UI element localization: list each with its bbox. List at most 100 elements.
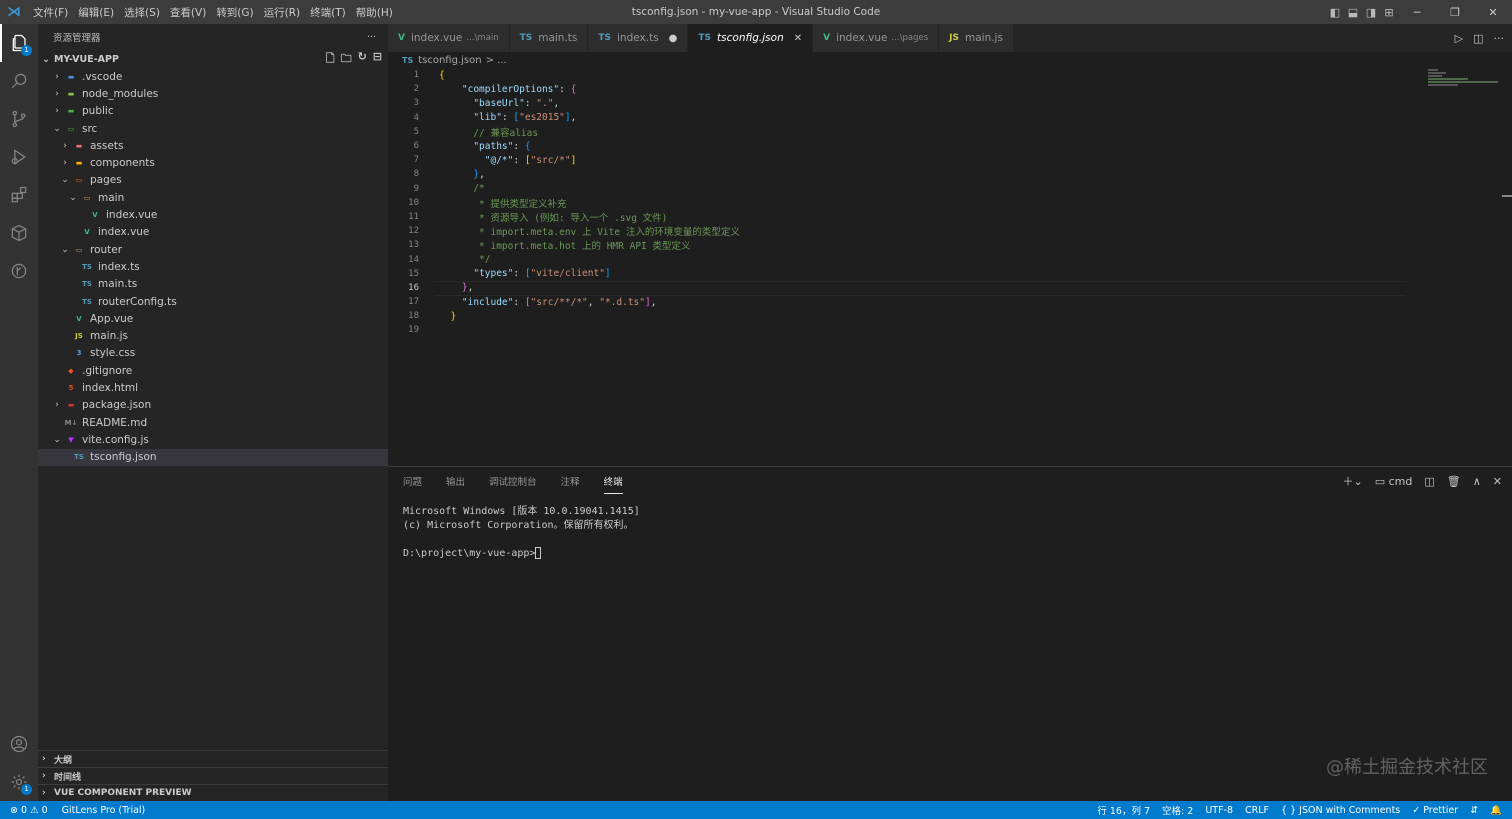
- md-icon: M↓: [64, 418, 78, 427]
- new-terminal-icon[interactable]: ＋⌄: [1342, 473, 1362, 489]
- chevron-right-icon: ›: [55, 88, 59, 99]
- panel-tab[interactable]: 终端: [603, 469, 623, 494]
- notifications-icon[interactable]: 🔔: [1490, 805, 1502, 816]
- file-type-icon: TS: [598, 33, 612, 43]
- refresh-icon[interactable]: ↻: [358, 50, 367, 69]
- code-text: * import.meta.env 上 Vite 注入的环境变量的类型定义: [473, 227, 740, 239]
- tree-item[interactable]: ⌄ ▭ main: [38, 189, 388, 206]
- editor-tab[interactable]: Vindex.vue ...\pages: [813, 24, 940, 52]
- tree-item[interactable]: ⌄ ▭ src: [38, 120, 388, 137]
- close-tab-icon[interactable]: ✕: [794, 33, 802, 44]
- explorer-more-icon[interactable]: ···: [367, 32, 376, 43]
- problems-status[interactable]: ⊗ 0 ⚠ 0: [10, 805, 48, 816]
- new-folder-icon[interactable]: 🗀: [341, 50, 352, 69]
- kill-terminal-icon[interactable]: 🗑: [1447, 475, 1461, 488]
- breadcrumb-file[interactable]: tsconfig.json: [418, 55, 481, 66]
- live-share-icon[interactable]: ⇵: [1470, 805, 1478, 816]
- panel-tab[interactable]: 问题: [403, 469, 422, 493]
- code-line: 19: [388, 323, 1408, 337]
- accounts-icon[interactable]: [0, 725, 38, 763]
- gitlens-icon[interactable]: [0, 252, 38, 290]
- menu-item[interactable]: 运行(R): [259, 5, 306, 20]
- toggle-panel-icon[interactable]: ⬓: [1344, 0, 1362, 24]
- section-outline[interactable]: › 大纲: [38, 750, 388, 767]
- editor-tab[interactable]: TS index.ts ●: [588, 24, 689, 52]
- menu-item[interactable]: 帮助(H): [351, 5, 398, 20]
- tree-item[interactable]: › ▬ package.json: [38, 397, 388, 414]
- section-timeline[interactable]: › 时间线: [38, 767, 388, 784]
- terminal-output[interactable]: Microsoft Windows [版本 10.0.19041.1415] (c…: [403, 505, 640, 561]
- language-mode[interactable]: { } JSON with Comments: [1281, 805, 1400, 816]
- encoding[interactable]: UTF-8: [1205, 805, 1233, 816]
- tree-item[interactable]: ◆ .gitignore: [38, 362, 388, 379]
- cursor-position[interactable]: 行 16，列 7: [1097, 803, 1150, 817]
- tree-item[interactable]: 5 index.html: [38, 379, 388, 396]
- toggle-secondary-sidebar-icon[interactable]: ◨: [1362, 0, 1380, 24]
- menu-item[interactable]: 编辑(E): [73, 5, 119, 20]
- menu-item[interactable]: 选择(S): [119, 5, 165, 20]
- panel-tab[interactable]: 注释: [561, 469, 580, 493]
- tree-item[interactable]: › ▬ node_modules: [38, 85, 388, 102]
- tree-item[interactable]: TS tsconfig.json: [38, 448, 388, 466]
- panel-tab[interactable]: 输出: [446, 469, 465, 493]
- minimize-button[interactable]: ─: [1398, 0, 1436, 24]
- search-icon[interactable]: [0, 62, 38, 100]
- tree-item[interactable]: › ▬ .vscode: [38, 68, 388, 85]
- more-actions-icon[interactable]: ···: [1494, 32, 1505, 45]
- tree-item[interactable]: Vindex.vue: [38, 224, 388, 241]
- tree-item[interactable]: › ▬ components: [38, 154, 388, 171]
- tree-item[interactable]: TS routerConfig.ts: [38, 293, 388, 310]
- scroll-position-marker: [1502, 195, 1512, 197]
- breadcrumb-rest[interactable]: > ...: [486, 55, 507, 66]
- terminal-shell[interactable]: ▭ cmd: [1375, 475, 1413, 488]
- panel-tab[interactable]: 调试控制台: [489, 469, 537, 493]
- tree-item[interactable]: TS main.ts: [38, 276, 388, 293]
- indentation[interactable]: 空格: 2: [1162, 803, 1193, 817]
- menu-item[interactable]: 文件(F): [28, 5, 73, 20]
- tree-item[interactable]: 3 style.css: [38, 345, 388, 362]
- collapse-all-icon[interactable]: ⊟: [373, 50, 382, 69]
- tree-item[interactable]: ⌄ ▭ pages: [38, 172, 388, 189]
- tree-item[interactable]: Vindex.vue: [38, 206, 388, 223]
- split-terminal-icon[interactable]: ◫: [1424, 475, 1434, 488]
- menu-item[interactable]: 终端(T): [305, 5, 351, 20]
- tree-item[interactable]: › ▬ assets: [38, 137, 388, 154]
- source-control-icon[interactable]: [0, 100, 38, 138]
- toggle-sidebar-icon[interactable]: ◧: [1326, 0, 1344, 24]
- tree-item-label: .gitignore: [82, 364, 133, 377]
- close-panel-icon[interactable]: ✕: [1493, 475, 1502, 488]
- close-window-button[interactable]: ✕: [1474, 0, 1512, 24]
- tree-item[interactable]: › ▬ public: [38, 103, 388, 120]
- editor-tab[interactable]: Vindex.vue ...\main: [388, 24, 510, 52]
- menu-item[interactable]: 查看(V): [165, 5, 211, 20]
- editor-tab[interactable]: JS main.js: [939, 24, 1014, 52]
- settings-gear-icon[interactable]: 1: [0, 763, 38, 801]
- explorer-icon[interactable]: 1: [0, 24, 38, 62]
- tree-item[interactable]: M↓ README.md: [38, 414, 388, 431]
- tree-item[interactable]: V App.vue: [38, 310, 388, 327]
- tree-item[interactable]: JS main.js: [38, 327, 388, 344]
- unsaved-dot-icon[interactable]: ●: [669, 33, 678, 44]
- tree-item[interactable]: ⌄ ▭ router: [38, 241, 388, 258]
- editor-tab[interactable]: TS tsconfig.json ✕: [688, 24, 814, 52]
- project-header[interactable]: ⌄ MY-VUE-APP 🗋 🗀 ↻ ⊟: [38, 50, 388, 68]
- minimap[interactable]: [1428, 68, 1498, 98]
- maximize-panel-icon[interactable]: ∧: [1473, 475, 1481, 488]
- extensions-icon[interactable]: [0, 176, 38, 214]
- code-editor[interactable]: 1{2 "compilerOptions": {3 "baseUrl": "."…: [388, 68, 1408, 338]
- tree-item[interactable]: ⌄ ▼ vite.config.js: [38, 431, 388, 448]
- run-icon[interactable]: ▷: [1455, 32, 1463, 45]
- editor-tab[interactable]: TS main.ts: [509, 24, 589, 52]
- maximize-button[interactable]: ❐: [1436, 0, 1474, 24]
- gitlens-status[interactable]: GitLens Pro (Trial): [62, 805, 146, 816]
- split-editor-icon[interactable]: ◫: [1473, 32, 1483, 45]
- remote-explorer-icon[interactable]: [0, 214, 38, 252]
- prettier-status[interactable]: ✓ Prettier: [1412, 805, 1458, 816]
- section-vue-component-preview[interactable]: › VUE COMPONENT PREVIEW: [38, 784, 388, 801]
- customize-layout-icon[interactable]: ⊞: [1380, 0, 1398, 24]
- line-ending[interactable]: CRLF: [1245, 805, 1269, 816]
- tree-item[interactable]: TS index.ts: [38, 258, 388, 275]
- menu-item[interactable]: 转到(G): [211, 5, 258, 20]
- new-file-icon[interactable]: 🗋: [326, 50, 335, 69]
- run-debug-icon[interactable]: [0, 138, 38, 176]
